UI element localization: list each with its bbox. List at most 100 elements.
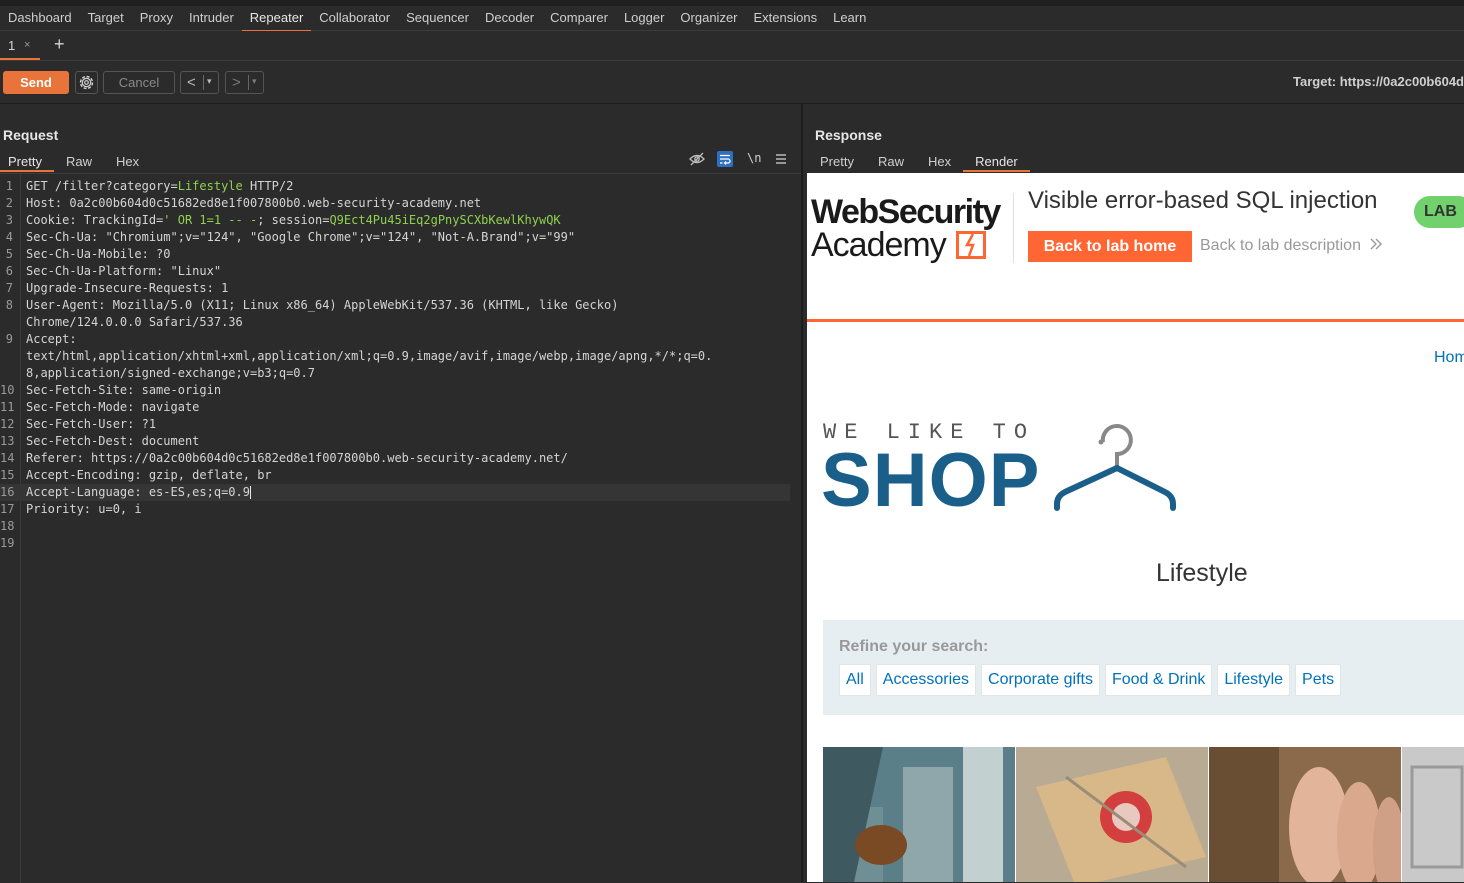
code-text: Chrome/124.0.0.0 Safari/537.36 xyxy=(26,315,243,329)
response-tab-raw[interactable]: Raw xyxy=(866,150,916,172)
filter-food-drink[interactable]: Food & Drink xyxy=(1104,664,1213,696)
response-tab-render[interactable]: Render xyxy=(963,150,1030,172)
request-line[interactable]: 7 Upgrade-Insecure-Requests: 1 xyxy=(0,280,801,297)
repeater-toolbar: Send Cancel < ▾ > ▾ Target: https://0a2c… xyxy=(0,61,1464,104)
close-tab-icon[interactable]: × xyxy=(24,39,30,51)
request-tab-raw[interactable]: Raw xyxy=(54,150,104,172)
request-line[interactable]: text/html,application/xhtml+xml,applicat… xyxy=(0,348,801,365)
wrap-lines-button[interactable] xyxy=(717,151,733,167)
show-newlines-button[interactable]: \n xyxy=(747,151,761,165)
request-line[interactable]: 19 xyxy=(0,535,801,552)
academy-logo-line2[interactable]: Academy xyxy=(811,228,947,262)
menu-icon[interactable] xyxy=(775,153,787,165)
dropdown-icon[interactable]: ▾ xyxy=(252,76,257,87)
cancel-button[interactable]: Cancel xyxy=(103,71,175,94)
nav-tab-comparer[interactable]: Comparer xyxy=(542,6,616,30)
nav-tab-target[interactable]: Target xyxy=(80,6,132,30)
lab-title: Visible error-based SQL injection xyxy=(1028,187,1378,214)
category-heading: Lifestyle xyxy=(1156,559,1248,587)
request-code[interactable]: 1 GET /filter?category=Lifestyle HTTP/2 2 H… xyxy=(0,178,801,552)
back-to-lab-home-button[interactable]: Back to lab home xyxy=(1028,231,1192,262)
line-text: Sec-Ch-Ua-Mobile: ?0 xyxy=(26,246,171,263)
request-line[interactable]: 11 Sec-Fetch-Mode: navigate xyxy=(0,399,801,416)
hide-non-printable-icon[interactable] xyxy=(689,151,705,167)
line-number: 5 xyxy=(5,247,13,261)
request-line[interactable]: 9 Accept: xyxy=(0,331,801,348)
request-line[interactable]: 14 Referer: https://0a2c00b604d0c51682ed8… xyxy=(0,450,801,467)
request-line[interactable]: 15 Accept-Encoding: gzip, deflate, br xyxy=(0,467,801,484)
next-request-button[interactable]: > ▾ xyxy=(225,71,264,94)
request-line[interactable]: 12 Sec-Fetch-User: ?1 xyxy=(0,416,801,433)
request-line[interactable]: 1 GET /filter?category=Lifestyle HTTP/2 xyxy=(0,178,801,195)
line-text: text/html,application/xhtml+xml,applicat… xyxy=(26,348,712,365)
line-text: Priority: u=0, i xyxy=(26,501,142,518)
dropdown-icon[interactable]: ▾ xyxy=(207,76,212,87)
panel-splitter[interactable] xyxy=(801,104,803,882)
line-number: 4 xyxy=(5,230,13,244)
filter-pets[interactable]: Pets xyxy=(1295,664,1342,696)
nav-tab-organizer[interactable]: Organizer xyxy=(672,6,745,30)
description-link-label: Back to lab description xyxy=(1200,237,1361,254)
line-number: 2 xyxy=(5,196,13,210)
nav-tab-dashboard[interactable]: Dashboard xyxy=(0,6,80,30)
request-line[interactable]: Chrome/124.0.0.0 Safari/537.36 xyxy=(0,314,801,331)
request-line[interactable]: 3 Cookie: TrackingId=' OR 1=1 -- -; sessi… xyxy=(0,212,801,229)
nav-tab-intruder[interactable]: Intruder xyxy=(181,6,242,30)
refine-label: Refine your search: xyxy=(839,638,989,655)
filter-all[interactable]: All xyxy=(839,664,871,696)
request-line[interactable]: 16 Accept-Language: es-ES,es;q=0.9 xyxy=(0,484,790,501)
add-tab-button[interactable]: + xyxy=(54,34,65,55)
response-tab-hex[interactable]: Hex xyxy=(916,150,963,172)
settings-button[interactable] xyxy=(75,71,98,94)
line-text: Sec-Fetch-User: ?1 xyxy=(26,416,156,433)
back-to-lab-description-link[interactable]: Back to lab description xyxy=(1200,237,1383,255)
request-tab-hex[interactable]: Hex xyxy=(104,150,151,172)
request-line[interactable]: 13 Sec-Fetch-Dest: document xyxy=(0,433,801,450)
nav-tab-learn[interactable]: Learn xyxy=(825,6,874,30)
target-label[interactable]: Target: https://0a2c00b604d xyxy=(1293,74,1464,89)
request-line[interactable]: 2 Host: 0a2c00b604d0c51682ed8e1f007800b0.… xyxy=(0,195,801,212)
request-line[interactable]: 6 Sec-Ch-Ua-Platform: "Linux" xyxy=(0,263,801,280)
nav-tab-proxy[interactable]: Proxy xyxy=(132,6,181,30)
request-line[interactable]: 17 Priority: u=0, i xyxy=(0,501,801,518)
line-number: 14 xyxy=(0,451,15,465)
previous-request-button[interactable]: < ▾ xyxy=(180,71,219,94)
product-image-mouse-trap[interactable] xyxy=(1016,747,1209,882)
line-number: 8 xyxy=(5,298,13,312)
filter-accessories[interactable]: Accessories xyxy=(875,664,977,696)
request-line[interactable]: 5 Sec-Ch-Ua-Mobile: ?0 xyxy=(0,246,801,263)
highlighted-value: ' OR 1=1 -- - xyxy=(163,213,258,227)
request-line[interactable]: 18 xyxy=(0,518,801,535)
nav-tab-sequencer[interactable]: Sequencer xyxy=(398,6,477,30)
request-editor[interactable]: 1 GET /filter?category=Lifestyle HTTP/2 2 H… xyxy=(0,173,801,883)
code-text: TrackingId xyxy=(83,213,157,227)
line-text: Sec-Fetch-Mode: navigate xyxy=(26,399,199,416)
nav-tab-repeater[interactable]: Repeater xyxy=(241,6,312,32)
code-text: Sec-Fetch-Site: same-origin xyxy=(26,383,222,397)
home-link[interactable]: Hom xyxy=(1434,349,1464,367)
gear-icon xyxy=(79,75,94,90)
double-chevron-right-icon xyxy=(1370,238,1383,250)
category-filters: All Accessories Corporate gifts Food & Drin… xyxy=(839,664,1346,696)
chevron-left-icon: < xyxy=(187,74,196,91)
nav-tab-collaborator[interactable]: Collaborator xyxy=(311,6,398,30)
repeater-tab-1[interactable]: 1 × xyxy=(0,31,40,60)
filter-lifestyle[interactable]: Lifestyle xyxy=(1217,664,1291,696)
request-tab-pretty[interactable]: Pretty xyxy=(0,150,54,172)
nav-tab-decoder[interactable]: Decoder xyxy=(477,6,542,30)
filter-corporate-gifts[interactable]: Corporate gifts xyxy=(981,664,1100,696)
chevron-right-icon: > xyxy=(232,74,241,91)
nav-tab-logger[interactable]: Logger xyxy=(616,6,672,30)
send-button[interactable]: Send xyxy=(3,71,69,94)
request-line[interactable]: 8,application/signed-exchange;v=b3;q=0.7 xyxy=(0,365,801,382)
product-image-shoe-on-skyscraper[interactable] xyxy=(823,747,1016,882)
request-line[interactable]: 8 User-Agent: Mozilla/5.0 (X11; Linux x86… xyxy=(0,297,801,314)
request-line[interactable]: 4 Sec-Ch-Ua: "Chromium";v="124", "Google … xyxy=(0,229,801,246)
product-image-partial[interactable] xyxy=(1402,747,1464,882)
product-image-beard-hand[interactable] xyxy=(1209,747,1402,882)
response-tab-pretty[interactable]: Pretty xyxy=(808,150,866,172)
request-line[interactable]: 10 Sec-Fetch-Site: same-origin xyxy=(0,382,801,399)
line-number: 16 xyxy=(0,485,15,499)
academy-logo-line1[interactable]: WebSecurity xyxy=(811,195,1001,229)
nav-tab-extensions[interactable]: Extensions xyxy=(746,6,826,30)
